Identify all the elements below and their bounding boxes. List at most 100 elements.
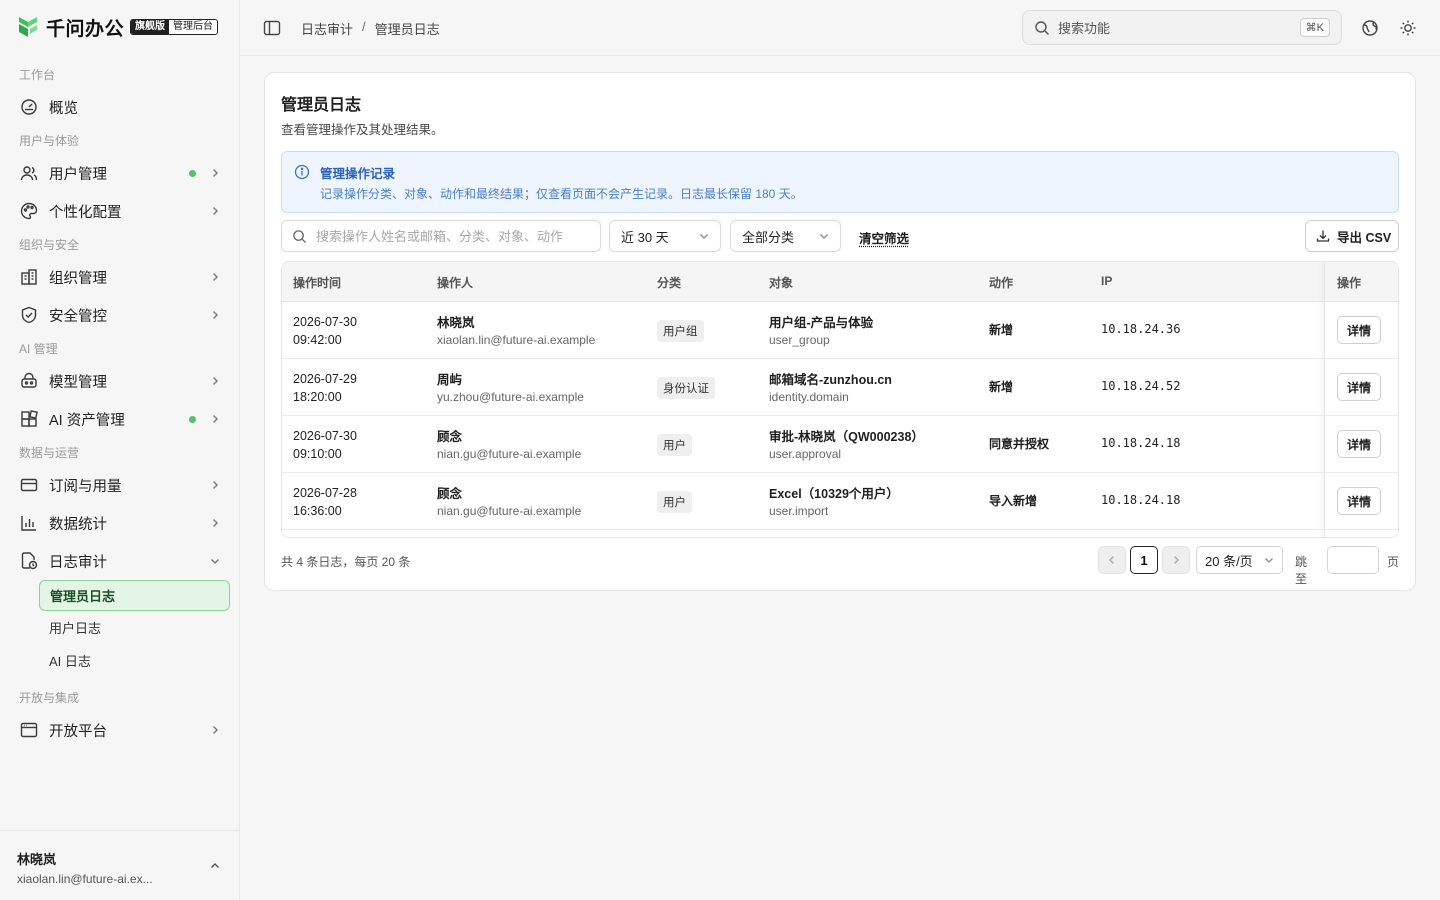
row-date: 2026-07-28 (293, 486, 357, 500)
row-ip: 10.18.24.36 (1101, 322, 1181, 336)
header-object: 对象 (769, 276, 794, 290)
bar-chart-icon (21, 516, 36, 531)
sidebar-item-models[interactable]: 模型管理 (0, 362, 240, 400)
sidebar-subitem-ai-log[interactable]: AI 日志 (39, 644, 230, 677)
row-clock: 09:42:00 (293, 333, 342, 347)
row-date: 2026-07-30 (293, 429, 357, 443)
brand-name: 千问办公 (46, 18, 125, 40)
operation-column: 操作 详情 详情 详情 详情 (1324, 262, 1398, 537)
breadcrumb: 日志审计 / 管理员日志 (301, 19, 440, 38)
sidebar-item-audit[interactable]: 日志审计 (0, 542, 240, 580)
next-page-button[interactable] (1162, 546, 1190, 574)
chevron-right-icon (213, 169, 218, 177)
row-action: 新增 (989, 323, 1014, 337)
sidebar-item-label: 日志审计 (49, 554, 107, 571)
sidebar-item-org[interactable]: 组织管理 (0, 258, 240, 296)
brand-logo-icon (19, 17, 37, 37)
row-action: 导入新增 (989, 494, 1038, 508)
range-select[interactable]: 近 30 天 (609, 220, 721, 252)
table-row: 2026-07-29 18:20:00 周屿 yu.zhou@future-ai.… (282, 359, 1398, 416)
row-operator-name: 周屿 (437, 373, 463, 387)
header-time: 操作时间 (293, 276, 342, 290)
table-row: 2026-07-30 09:10:00 顾念 nian.gu@future-ai.… (282, 416, 1398, 473)
credit-card-icon (20, 478, 38, 492)
row-operator-email: yu.zhou@future-ai.example (437, 390, 584, 404)
row-operator-email: nian.gu@future-ai.example (437, 504, 582, 518)
row-object-code: identity.domain (769, 390, 849, 404)
global-search[interactable]: 搜索功能 ⌘K (1022, 10, 1342, 45)
user-profile[interactable]: 林晓岚 xiaolan.lin@future-ai.ex... (0, 830, 240, 900)
chevron-down-icon (820, 234, 828, 239)
sidebar-subitem-admin-log[interactable]: 管理员日志 (39, 580, 230, 611)
header-ip: IP (1101, 274, 1113, 288)
info-icon (294, 164, 310, 180)
export-csv-button[interactable]: 导出 CSV (1305, 220, 1399, 252)
topbar: 日志审计 / 管理员日志 搜索功能 ⌘K (240, 0, 1440, 56)
log-search[interactable] (281, 220, 601, 252)
notice-text: 记录操作分类、对象、动作和最终结果；仅查看页面不会产生记录。日志最长保留 180… (320, 187, 803, 201)
page-title: 管理员日志 (281, 97, 362, 114)
operation-header-cell: 操作 (1325, 262, 1398, 302)
sidebar-nav: 工作台 概览 用户与体验 用户管理 个性化配置 组织与安全 组织管理 安全管控 (0, 60, 240, 749)
row-object-name: 邮箱域名-zunzhou.cn (769, 373, 892, 387)
user-email: xiaolan.lin@future-ai.ex... (17, 872, 153, 886)
table-header: 操作时间 操作人 分类 对象 动作 IP (282, 262, 1398, 302)
admin-label: 管理后台 (169, 20, 218, 34)
breadcrumb-item-audit[interactable]: 日志审计 (301, 19, 353, 38)
chevron-down-icon (1265, 558, 1273, 563)
section-title: 工作台 (19, 68, 56, 82)
brand[interactable]: 千问办公 旗舰版 管理后台 (16, 13, 219, 41)
chevron-up-icon (211, 863, 219, 868)
sidebar-item-label: 组织管理 (49, 270, 107, 287)
row-ip: 10.18.24.18 (1101, 493, 1181, 507)
row-operator-email: xiaolan.lin@future-ai.example (437, 333, 596, 347)
category-select[interactable]: 全部分类 (730, 220, 841, 252)
sidebar-subitem-user-log[interactable]: 用户日志 (39, 611, 230, 644)
grid-icon (21, 410, 38, 427)
sidebar-item-users[interactable]: 用户管理 (0, 154, 240, 192)
sidebar-item-label: 模型管理 (49, 374, 107, 391)
search-shortcut: ⌘K (1299, 18, 1330, 37)
section-title: AI 管理 (19, 342, 58, 356)
row-time: 2026-07-30 09:10:00 (293, 427, 357, 463)
row-ip: 10.18.24.52 (1101, 379, 1181, 393)
row-operator-name: 林晓岚 (437, 316, 475, 330)
sidebar-item-personalize[interactable]: 个性化配置 (0, 192, 240, 230)
sidebar-item-assets[interactable]: AI 资产管理 (0, 400, 240, 438)
admin-log-table: 操作时间 操作人 分类 对象 动作 IP 2026-07-30 09:42:00 … (281, 261, 1399, 538)
jump-page-input[interactable] (1327, 546, 1379, 574)
log-search-input[interactable] (316, 228, 576, 244)
prev-page-button[interactable] (1098, 546, 1126, 574)
search-placeholder: 搜索功能 (1058, 21, 1111, 36)
sidebar-item-label: 用户管理 (49, 166, 107, 183)
globe-icon[interactable] (1361, 19, 1379, 37)
chevron-right-icon (213, 481, 218, 489)
notice-title: 管理操作记录 (320, 167, 396, 181)
table-row: 2026-07-28 16:36:00 顾念 nian.gu@future-ai.… (282, 473, 1398, 530)
sidebar-item-stats[interactable]: 数据统计 (0, 504, 240, 542)
page-number-current[interactable]: 1 (1130, 546, 1158, 574)
row-operator-email: nian.gu@future-ai.example (437, 447, 582, 461)
range-select-value: 近 30 天 (621, 229, 669, 245)
sidebar-item-label: 个性化配置 (49, 204, 122, 221)
chevron-right-icon (213, 519, 218, 527)
sidebar-item-label: 安全管控 (49, 308, 107, 325)
section-title: 用户与体验 (19, 134, 80, 148)
header-action: 动作 (989, 276, 1014, 290)
detail-button[interactable]: 详情 (1337, 316, 1381, 344)
sidebar-item-open-platform[interactable]: 开放平台 (0, 711, 240, 749)
detail-button[interactable]: 详情 (1337, 373, 1381, 401)
sidebar-item-subscription[interactable]: 订阅与用量 (0, 466, 240, 504)
sidebar-item-security[interactable]: 安全管控 (0, 296, 240, 334)
sun-icon[interactable] (1399, 19, 1417, 37)
user-name: 林晓岚 (17, 852, 57, 867)
detail-button[interactable]: 详情 (1337, 430, 1381, 458)
detail-button[interactable]: 详情 (1337, 487, 1381, 515)
sidebar-item-overview[interactable]: 概览 (0, 88, 240, 126)
building-icon (21, 269, 37, 285)
row-operator-name: 顾念 (437, 487, 463, 501)
page-size-select[interactable]: 20 条/页 (1196, 546, 1283, 574)
search-icon (1035, 20, 1049, 35)
clear-filters-button[interactable]: 清空筛选 (859, 228, 909, 247)
sidebar-toggle-icon[interactable] (263, 19, 281, 37)
